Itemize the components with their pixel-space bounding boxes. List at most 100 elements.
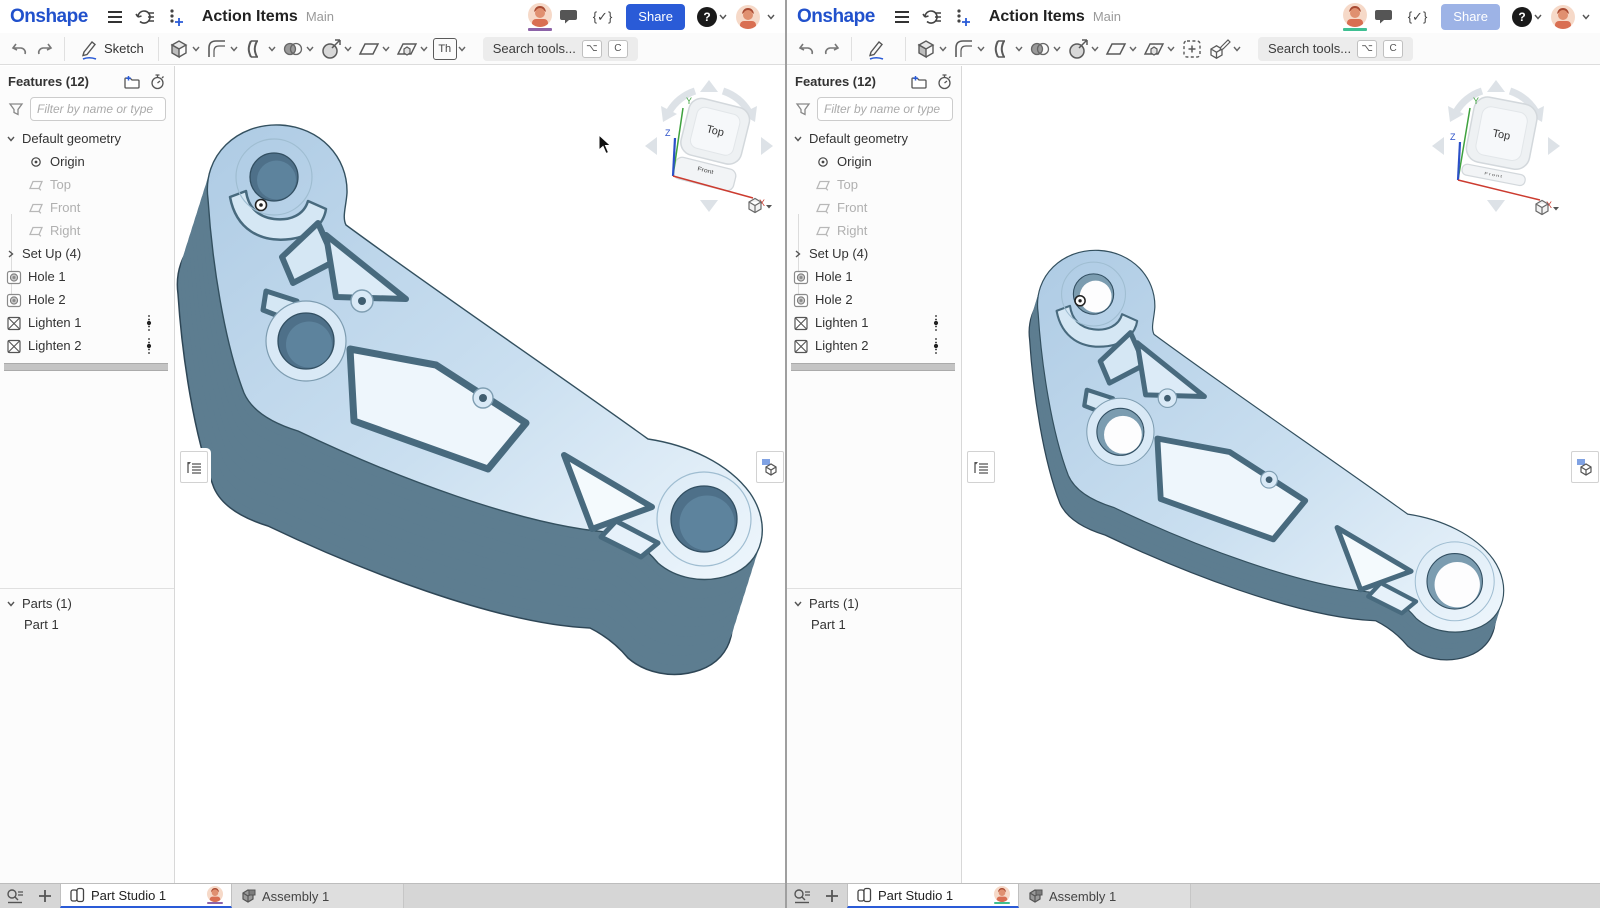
rollback-history-button[interactable] [936,73,953,90]
feature-item-origin[interactable]: Origin [787,150,961,173]
boolean-tool-button[interactable] [281,37,315,61]
add-tab-button[interactable] [30,884,60,908]
feature-item-default-geometry[interactable]: Default geometry [787,127,961,150]
chevron-right-icon[interactable] [793,249,803,259]
share-button[interactable]: Share [1441,4,1500,30]
feature-item-hole-1[interactable]: Hole 1 [0,265,174,288]
boolean-tool-button[interactable] [1028,37,1062,61]
feature-item-front-plane[interactable]: Front [0,196,174,219]
main-menu-button[interactable] [889,4,915,30]
feature-item-top-plane[interactable]: Top [0,173,174,196]
feature-item-right-plane[interactable]: Right [0,219,174,242]
feature-item-top-plane[interactable]: Top [787,173,961,196]
modify-tool-button[interactable] [319,37,353,61]
feature-folder-set-up[interactable]: Set Up (4) [0,242,174,265]
redo-button[interactable] [32,35,58,63]
tab-assembly-1[interactable]: Assembly 1 [232,884,404,908]
featurescript-button[interactable]: {✓} [593,9,613,25]
feature-list-toggle[interactable] [967,451,995,483]
section-tool-button[interactable] [1142,37,1176,61]
chevron-down-icon[interactable] [6,599,16,609]
undo-button[interactable] [793,35,819,63]
new-folder-button[interactable] [123,74,141,90]
add-tab-button[interactable] [817,884,847,908]
redo-button[interactable] [819,35,845,63]
sketch-button[interactable] [858,35,899,63]
rotate-left-arrow[interactable] [645,137,657,155]
shell-tool-button[interactable] [243,37,277,61]
fillet-tool-button[interactable] [205,37,239,61]
feature-status-dots[interactable] [933,337,939,355]
parts-header[interactable]: Parts (1) [0,593,174,614]
part-list-item[interactable]: Part 1 [0,614,174,635]
feature-item-origin[interactable]: Origin [0,150,174,173]
modify-tool-button[interactable] [1066,37,1100,61]
comments-button[interactable] [1372,4,1398,30]
feature-item-hole-2[interactable]: Hole 2 [0,288,174,311]
share-button[interactable]: Share [626,4,685,30]
feature-item-right-plane[interactable]: Right [787,219,961,242]
transform-tool-button[interactable] [1180,37,1204,61]
feature-status-dots[interactable] [146,314,152,332]
parts-header[interactable]: Parts (1) [787,593,961,614]
account-avatar[interactable] [736,5,760,29]
feature-item-default-geometry[interactable]: Default geometry [0,127,174,150]
search-tools[interactable]: Search tools... ⌥ C [483,37,638,61]
rotate-right-arrow[interactable] [1548,137,1560,155]
chevron-down-icon[interactable] [793,599,803,609]
fillet-tool-button[interactable] [952,37,986,61]
main-menu-button[interactable] [102,4,128,30]
feature-item-front-plane[interactable]: Front [787,196,961,219]
feature-item-lighten-2[interactable]: Lighten 2 [0,334,174,357]
rotate-up-arrow[interactable] [700,80,718,92]
feature-status-dots[interactable] [933,314,939,332]
rollback-history-button[interactable] [149,73,166,90]
rotate-right-arrow[interactable] [761,137,773,155]
feature-list-toggle[interactable] [180,451,208,483]
graphics-viewport[interactable]: Top Front Y Z X [963,66,1600,883]
comments-button[interactable] [557,4,583,30]
chevron-down-icon[interactable] [793,134,803,144]
undo-button[interactable] [6,35,32,63]
view-cube[interactable]: Top Front Y Z X [1426,76,1566,216]
feature-item-lighten-1[interactable]: Lighten 1 [787,311,961,334]
branch-name[interactable]: Main [1093,9,1121,24]
feature-item-lighten-2[interactable]: Lighten 2 [787,334,961,357]
filter-input[interactable] [30,97,166,121]
extrude-tool-button[interactable] [167,37,201,61]
parts-list-toggle[interactable] [1571,451,1599,483]
versions-button[interactable] [132,4,158,30]
part-list-item[interactable]: Part 1 [787,614,961,635]
feature-status-dots[interactable] [146,337,152,355]
rotate-up-arrow[interactable] [1487,80,1505,92]
section-tool-button[interactable] [395,37,429,61]
collaborator-avatar[interactable] [1343,3,1367,31]
collaborator-avatar[interactable] [528,3,552,31]
tab-assembly-1[interactable]: Assembly 1 [1019,884,1191,908]
versions-button[interactable] [919,4,945,30]
new-folder-button[interactable] [910,74,928,90]
shell-tool-button[interactable] [990,37,1024,61]
tab-manager-button[interactable] [0,884,30,908]
branch-name[interactable]: Main [306,9,334,24]
rollback-bar[interactable] [791,363,955,371]
rotate-left-arrow[interactable] [1432,137,1444,155]
chevron-down-icon[interactable] [6,134,16,144]
view-cube[interactable]: Top Front Y Z X [639,76,779,216]
plane-tool-button[interactable] [1104,37,1138,61]
rollback-bar[interactable] [4,363,168,371]
tab-part-studio-1[interactable]: Part Studio 1 [60,884,232,908]
help-button[interactable]: ? [1512,7,1542,27]
parts-list-toggle[interactable] [756,451,784,483]
extrude-tool-button[interactable] [914,37,948,61]
feature-folder-set-up[interactable]: Set Up (4) [787,242,961,265]
help-button[interactable]: ? [697,7,727,27]
sketch-button[interactable]: Sketch [71,35,152,63]
tab-part-studio-1[interactable]: Part Studio 1 [847,884,1019,908]
feature-item-hole-2[interactable]: Hole 2 [787,288,961,311]
feature-item-hole-1[interactable]: Hole 1 [787,265,961,288]
rotate-down-arrow[interactable] [1487,200,1505,212]
plane-tool-button[interactable] [357,37,391,61]
follow-mode-button[interactable] [162,4,188,30]
tab-manager-button[interactable] [787,884,817,908]
